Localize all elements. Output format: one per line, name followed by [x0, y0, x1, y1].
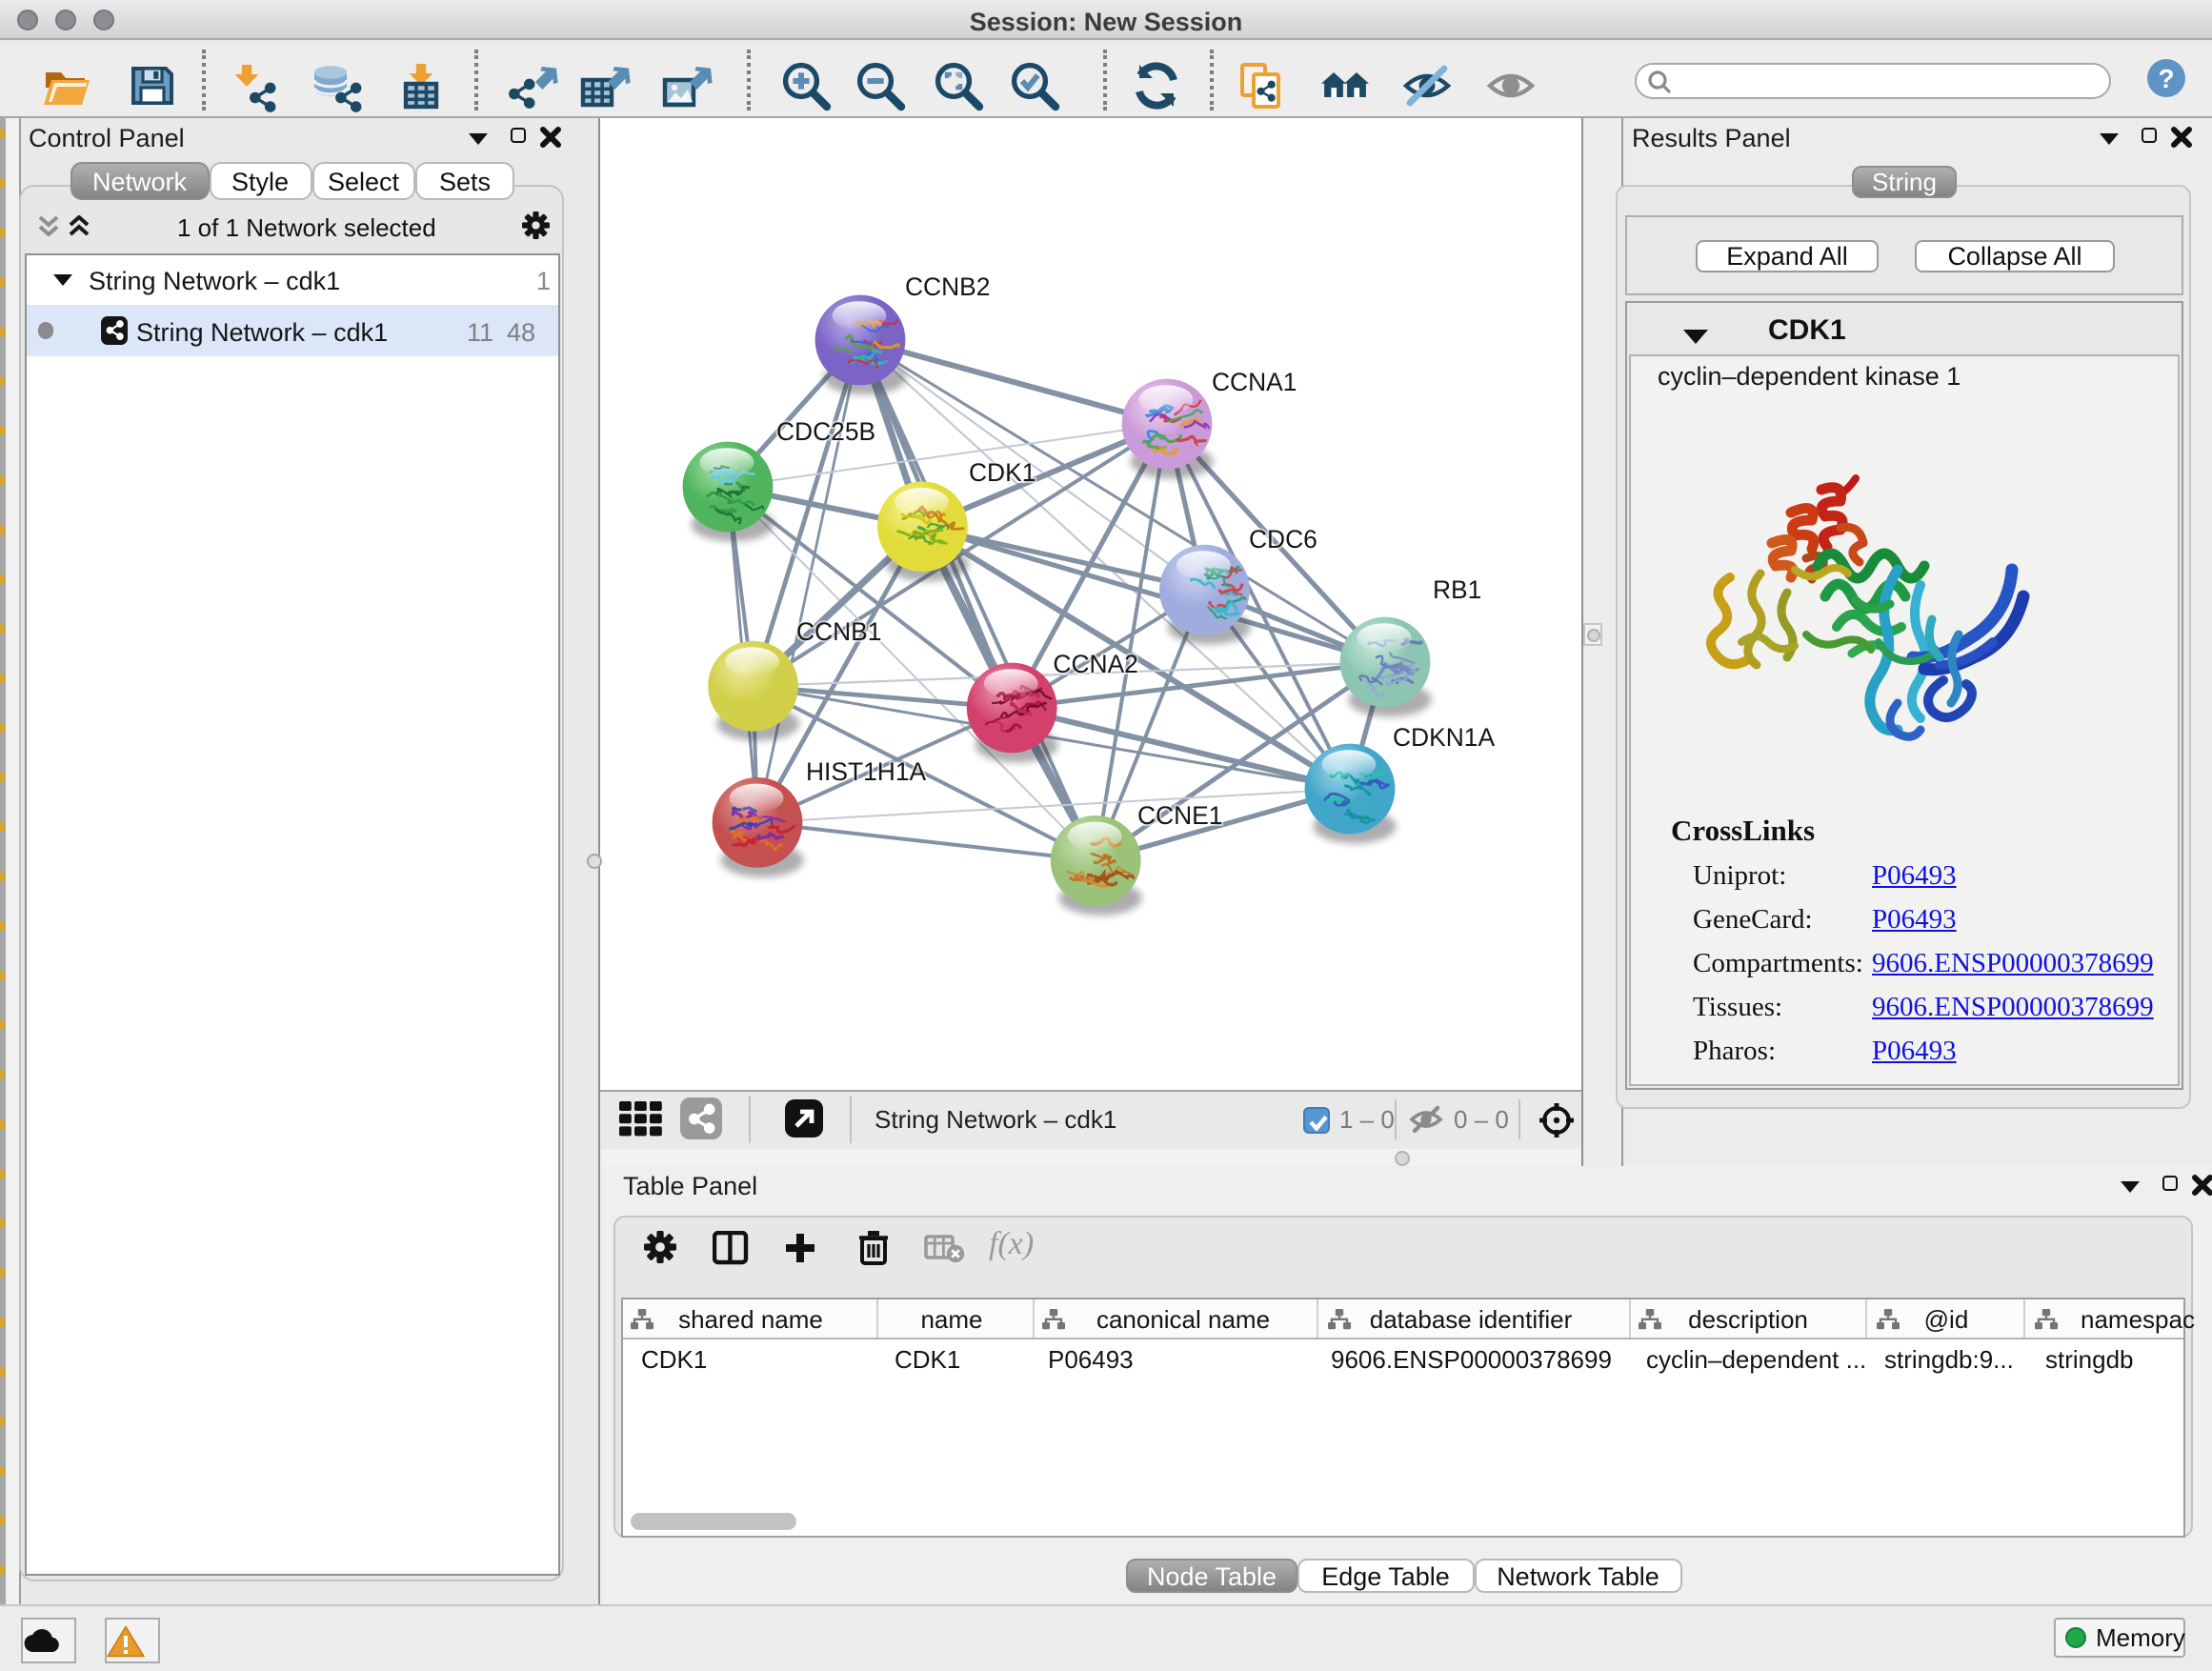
svg-text:CDKN1A: CDKN1A	[1393, 723, 1495, 752]
svg-text:RB1: RB1	[1433, 575, 1481, 604]
svg-text:CDK1: CDK1	[969, 458, 1036, 487]
svg-text:CCNB2: CCNB2	[905, 272, 990, 301]
svg-text:CCNA1: CCNA1	[1212, 368, 1297, 396]
svg-text:CDC6: CDC6	[1249, 525, 1317, 554]
svg-text:HIST1H1A: HIST1H1A	[806, 757, 927, 786]
svg-text:CCNB1: CCNB1	[796, 617, 881, 646]
svg-text:CDC25B: CDC25B	[776, 417, 875, 446]
svg-text:CCNE1: CCNE1	[1137, 801, 1222, 830]
svg-text:CCNA2: CCNA2	[1053, 650, 1137, 678]
